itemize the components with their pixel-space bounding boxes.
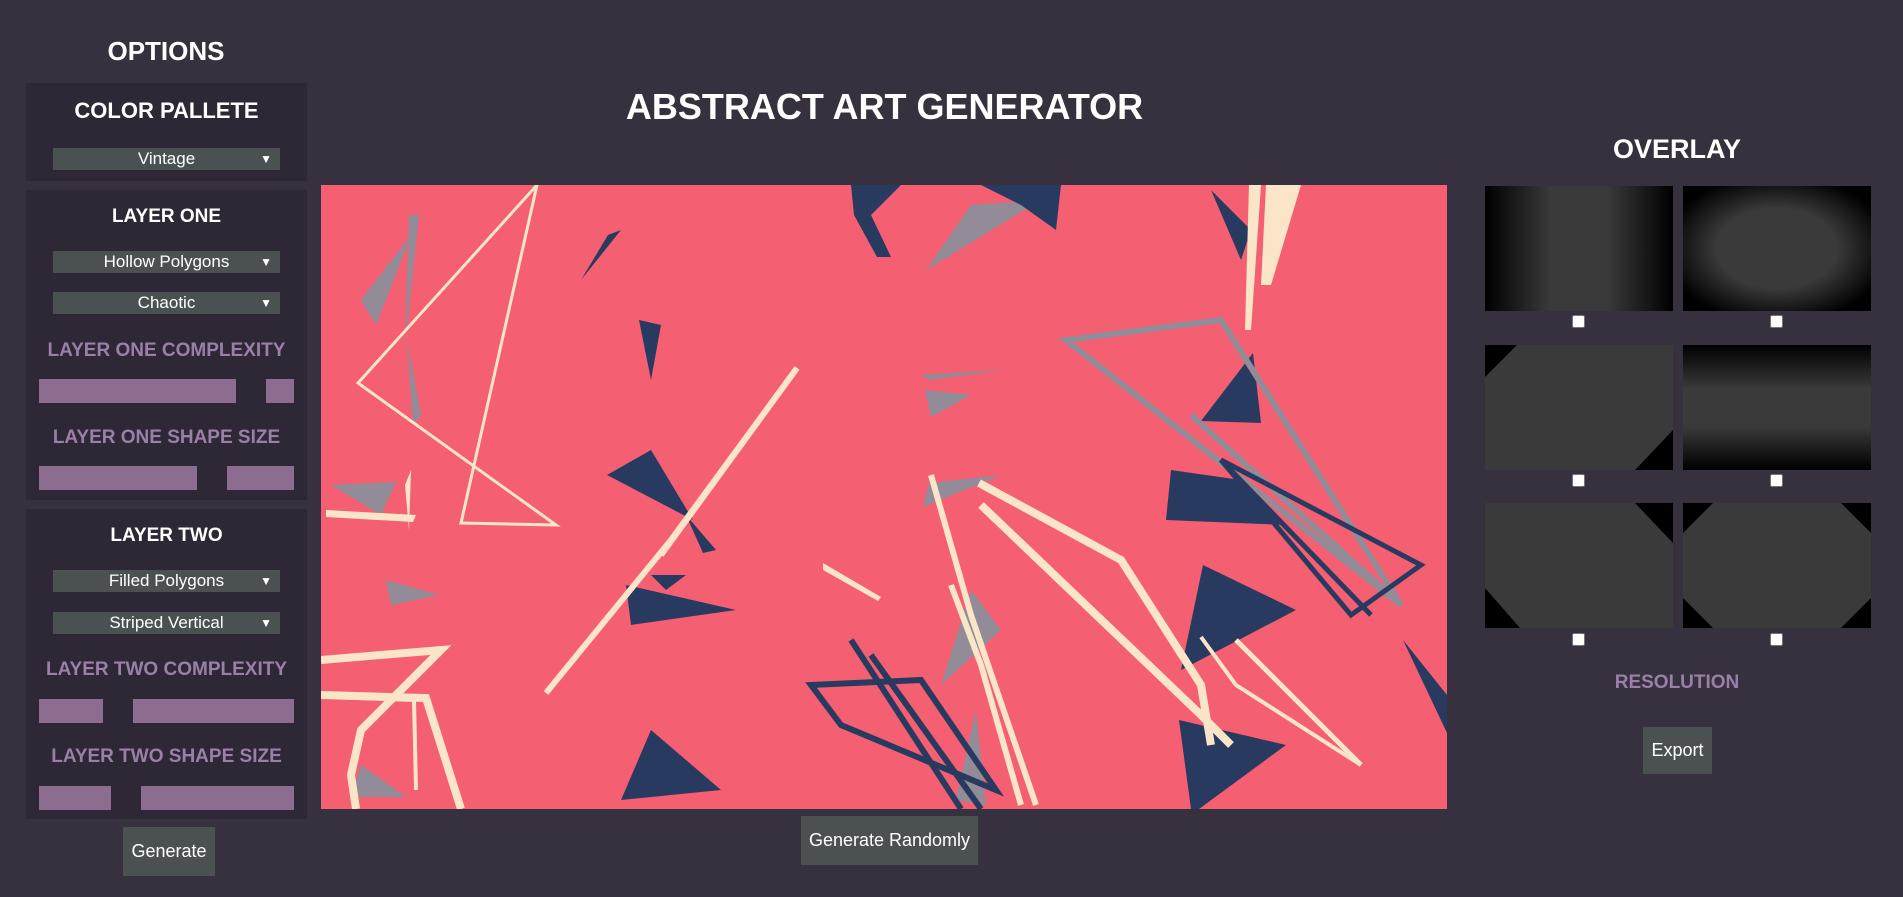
chevron-down-icon: ▼ [260,255,272,269]
art-shape [639,320,661,380]
layer-two-shape-select-value: Filled Polygons [108,571,225,590]
layer-two-complexity-slider[interactable] [39,699,294,723]
layer-one-complexity-slider[interactable] [39,379,294,403]
art-shape [621,730,721,800]
art-shape [351,765,406,797]
art-shape [355,185,561,527]
art-shape [331,482,396,515]
overlay-heading: OVERLAY [1612,134,1742,164]
layer-one-panel: LAYER ONE Hollow Polygons ▼ Chaotic ▼ LA… [26,190,307,500]
layer-one-pattern-select-value: Chaotic [137,293,196,312]
art-shape [581,230,621,280]
art-shape [823,563,881,601]
art-shape [651,575,686,590]
art-shape [1181,565,1296,670]
layer-two-complexity-label: LAYER TWO COMPLEXITY [45,659,288,680]
slider-track-left [39,466,197,490]
slider-track-right [141,786,294,810]
layer-two-pattern-select[interactable]: Striped Vertical ▼ [53,612,280,634]
art-shape [386,580,439,605]
art-shape [868,653,984,809]
overlay-checkbox-side-vignette[interactable] [1572,315,1585,328]
options-heading: OPTIONS [107,36,225,66]
color-palette-select[interactable]: Vintage ▼ [53,148,280,170]
layer-two-shape-select[interactable]: Filled Polygons ▼ [53,570,280,592]
layer-one-size-label: LAYER ONE SHAPE SIZE [52,427,281,448]
overlay-four-corners[interactable] [1683,503,1871,628]
layer-two-title: LAYER TWO [110,525,223,546]
layer-one-shape-select[interactable]: Hollow Polygons ▼ [53,251,280,273]
art-shape [361,235,411,325]
resolution-label: RESOLUTION [1614,672,1740,693]
art-shape [848,638,964,809]
art-shape [686,515,716,553]
art-shape [925,390,971,417]
art-shape [1245,185,1261,330]
overlay-checkbox-bottom-corners[interactable] [1572,633,1585,646]
layer-two-size-slider[interactable] [39,786,294,810]
art-shape [1179,720,1286,809]
slider-track-right [133,699,294,723]
layer-one-title: LAYER ONE [111,206,222,227]
slider-track-left [39,699,103,723]
art-shape [926,200,1041,270]
page-title: ABSTRACT ART GENERATOR [625,86,1144,127]
color-palette-title: COLOR PALLETE [74,98,259,123]
overlay-diagonal-corners[interactable] [1485,345,1673,470]
layer-two-panel: LAYER TWO Filled Polygons ▼ Striped Vert… [26,509,307,819]
overlay-side-vignette[interactable] [1485,186,1673,311]
layer-two-pattern-select-value: Striped Vertical [109,613,224,632]
color-palette-panel: COLOR PALLETE Vintage ▼ [26,83,307,181]
overlay-checkbox-oval-vignette[interactable] [1770,315,1783,328]
four-corners-svg [1683,503,1871,628]
layer-one-pattern-select[interactable]: Chaotic ▼ [53,292,280,314]
art-shape [607,450,693,520]
layer-one-shape-select-value: Hollow Polygons [103,252,230,271]
art-shape [1261,185,1301,285]
slider-track-left [39,379,236,403]
layer-one-size-slider[interactable] [39,466,294,490]
art-shape [626,585,736,625]
slider-track-left [39,786,111,810]
overlay-bottom-corners[interactable] [1485,503,1673,628]
chevron-down-icon: ▼ [260,616,272,630]
generate-button[interactable]: Generate [123,827,215,876]
diagonal-corners-svg [1485,345,1673,470]
chevron-down-icon: ▼ [260,296,272,310]
generate-randomly-button[interactable]: Generate Randomly [801,816,978,865]
layer-two-size-label: LAYER TWO SHAPE SIZE [51,746,282,767]
overlay-checkbox-four-corners[interactable] [1770,633,1783,646]
art-shape [1403,640,1447,733]
art-shape [326,510,416,522]
export-button[interactable]: Export [1643,727,1712,774]
art-svg [321,185,1447,809]
art-shape [658,366,800,557]
color-palette-select-value: Vintage [137,149,196,168]
art-shape [851,185,901,257]
overlay-top-bottom-vignette[interactable] [1683,345,1871,470]
slider-track-right [227,466,294,490]
art-shape [921,370,1006,380]
chevron-down-icon: ▼ [260,574,272,588]
layer-one-complexity-label: LAYER ONE COMPLEXITY [47,340,286,361]
chevron-down-icon: ▼ [260,152,272,166]
art-shape [407,340,421,425]
slider-track-right [266,379,294,403]
art-canvas [321,185,1447,809]
overlay-checkbox-top-bottom-vignette[interactable] [1770,474,1783,487]
overlay-oval-vignette[interactable] [1683,186,1871,311]
overlay-checkbox-diagonal-corners[interactable] [1572,474,1585,487]
art-shape [1211,190,1251,260]
bottom-corners-svg [1485,503,1673,628]
